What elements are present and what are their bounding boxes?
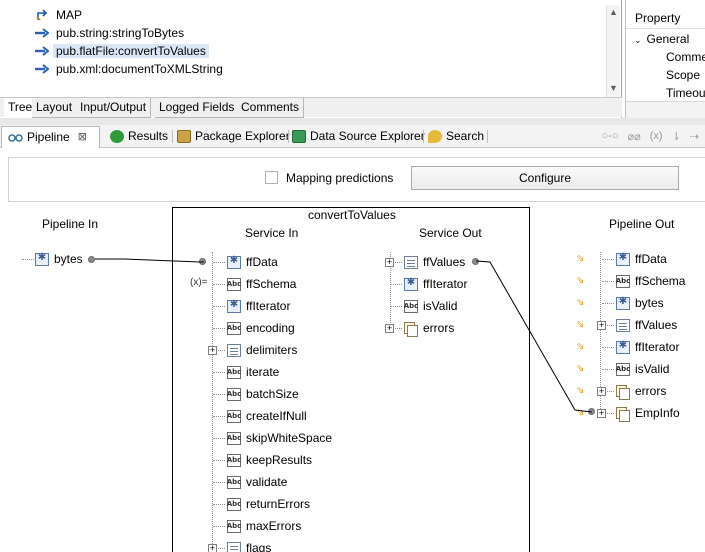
link-ffvalues-to-empinfo bbox=[475, 260, 593, 413]
set-value-marker[interactable]: (x)= bbox=[190, 277, 208, 288]
link-bytes-to-ffdata bbox=[95, 258, 204, 263]
designer-window: MAP pub.string:stringToBytes pub.flatFil… bbox=[0, 0, 705, 552]
mapping-links bbox=[95, 258, 593, 413]
